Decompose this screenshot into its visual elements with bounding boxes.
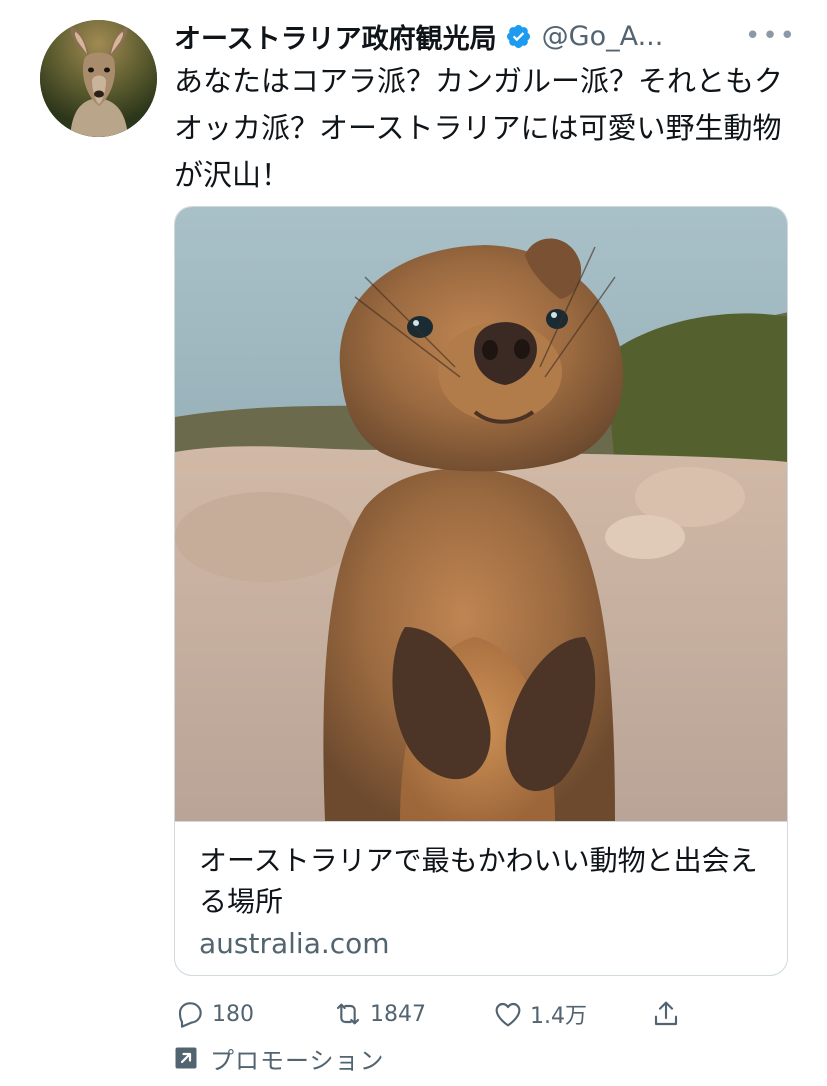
card-title[interactable]: オーストラリアで最もかわいい動物と出会える場所 xyxy=(199,840,765,922)
action-bar: 180 1847 1.4万 xyxy=(174,994,734,1034)
like-count: 1.4万 xyxy=(530,1004,587,1029)
promo-text: プロモーション xyxy=(210,1046,385,1075)
reply-icon xyxy=(178,1002,202,1028)
heart-icon xyxy=(495,1002,521,1027)
avatar[interactable] xyxy=(40,20,157,137)
like-button[interactable]: 1.4万 xyxy=(492,994,587,1034)
retweet-icon xyxy=(336,1003,360,1025)
reply-button[interactable]: 180 xyxy=(174,994,254,1034)
user-handle[interactable]: @Go_A... xyxy=(542,21,664,52)
promoted-label: プロモーション xyxy=(174,1040,385,1076)
promoted-arrow-icon xyxy=(175,1047,197,1069)
display-name[interactable]: オーストラリア政府観光局 xyxy=(174,17,497,56)
share-button[interactable] xyxy=(650,994,682,1034)
kangaroo-avatar-image xyxy=(40,20,157,137)
more-horizontal-icon[interactable]: ••• xyxy=(745,22,795,50)
reply-count: 180 xyxy=(212,1001,254,1027)
link-card[interactable]: オーストラリアで最もかわいい動物と出会える場所 australia.com xyxy=(174,206,788,976)
quokka-photo xyxy=(175,207,787,821)
tweet[interactable]: オーストラリア政府観光局 @Go_A... ••• あなたはコアラ派？カンガルー… xyxy=(0,0,827,1086)
verified-badge-icon xyxy=(506,24,530,48)
retweet-button[interactable]: 1847 xyxy=(332,994,426,1034)
retweet-count: 1847 xyxy=(370,1001,426,1027)
tweet-header: オーストラリア政府観光局 @Go_A... ••• xyxy=(174,14,795,58)
tweet-text: あなたはコアラ派？カンガルー派？それともクオッカ派？オーストラリアには可愛い野生… xyxy=(174,64,784,192)
card-domain[interactable]: australia.com xyxy=(199,924,765,964)
share-icon xyxy=(654,1001,678,1026)
card-info[interactable]: オーストラリアで最もかわいい動物と出会える場所 australia.com xyxy=(175,821,787,975)
